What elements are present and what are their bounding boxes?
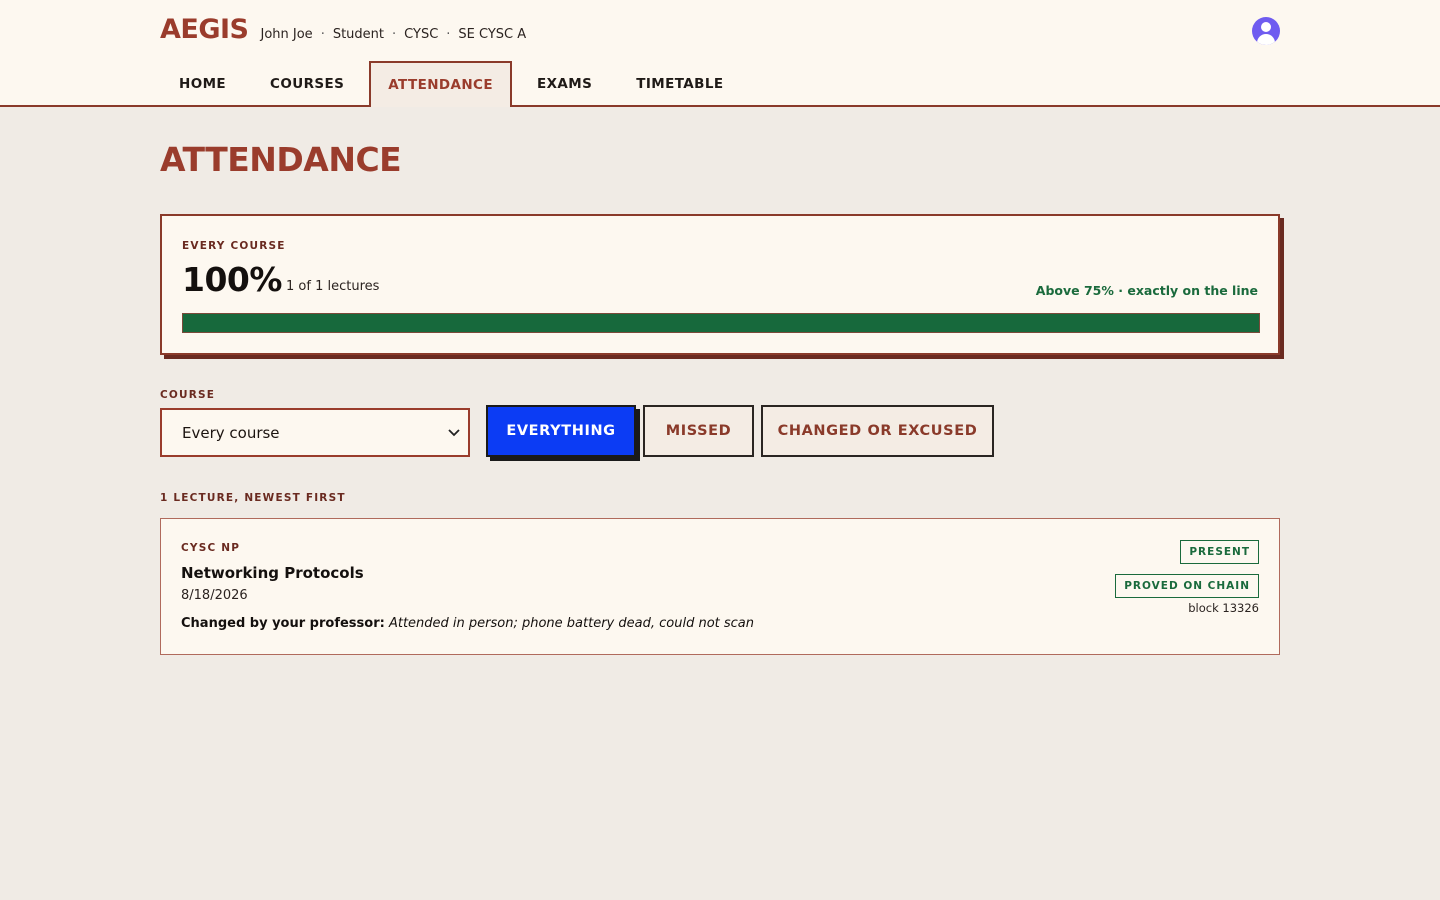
attendance-progress-bar bbox=[182, 313, 1260, 333]
nav-exams[interactable]: EXAMS bbox=[518, 61, 611, 105]
nav-attendance[interactable]: ATTENDANCE bbox=[369, 61, 512, 107]
change-note-lead: Changed by your professor: bbox=[181, 616, 385, 631]
course-select-value: Every course bbox=[182, 423, 280, 442]
summary-label: EVERY COURSE bbox=[182, 240, 286, 252]
course-select[interactable]: Every course bbox=[160, 408, 470, 457]
change-note: Changed by your professor: Attended in p… bbox=[181, 616, 754, 631]
block-number: block 13326 bbox=[1188, 601, 1259, 615]
user-avatar-icon[interactable] bbox=[1252, 17, 1280, 45]
progress-fill bbox=[183, 314, 1259, 332]
top-header: AEGIS John Joe · Student · CYSC · SE CYS… bbox=[0, 0, 1440, 107]
change-note-reason: Attended in person; phone battery dead, … bbox=[388, 616, 754, 631]
brand-logo[interactable]: AEGIS bbox=[160, 14, 249, 45]
main-nav: HOME COURSES ATTENDANCE EXAMS TIMETABLE bbox=[160, 61, 748, 107]
avatar-head bbox=[1261, 22, 1271, 32]
user-name: John Joe bbox=[260, 27, 313, 42]
attendance-status: Above 75% · exactly on the line bbox=[1035, 283, 1258, 298]
filter-changed-excused-button[interactable]: CHANGED OR EXCUSED bbox=[761, 405, 994, 457]
meta-separator: · bbox=[446, 27, 451, 42]
attendance-percent: 100% bbox=[182, 260, 282, 299]
meta-separator: · bbox=[320, 27, 325, 42]
nav-courses[interactable]: COURSES bbox=[251, 61, 363, 105]
lecture-date: 8/18/2026 bbox=[181, 588, 248, 603]
user-section: SE CYSC A bbox=[458, 27, 527, 42]
user-meta: John Joe · Student · CYSC · SE CYSC A bbox=[261, 27, 527, 42]
filter-missed-button[interactable]: MISSED bbox=[643, 405, 754, 457]
list-heading: 1 LECTURE, NEWEST FIRST bbox=[160, 492, 346, 504]
list-item[interactable]: CYSC NP Networking Protocols 8/18/2026 C… bbox=[160, 518, 1280, 655]
nav-timetable[interactable]: TIMETABLE bbox=[617, 61, 742, 105]
attendance-summary-card: EVERY COURSE 100% 1 of 1 lectures Above … bbox=[160, 214, 1280, 355]
status-badge: PRESENT bbox=[1180, 540, 1259, 564]
course-filter-label: COURSE bbox=[160, 389, 216, 401]
course-name: Networking Protocols bbox=[181, 564, 364, 582]
chevron-down-icon bbox=[448, 426, 460, 440]
page-title: ATTENDANCE bbox=[160, 140, 402, 179]
course-code: CYSC NP bbox=[181, 542, 241, 554]
chain-proof-badge[interactable]: PROVED ON CHAIN bbox=[1115, 574, 1259, 598]
avatar-body bbox=[1257, 34, 1275, 45]
user-role: Student bbox=[332, 27, 385, 42]
nav-home[interactable]: HOME bbox=[160, 61, 245, 105]
brand-row: AEGIS John Joe · Student · CYSC · SE CYS… bbox=[160, 14, 526, 48]
meta-separator: · bbox=[392, 27, 397, 42]
lectures-count: 1 of 1 lectures bbox=[286, 279, 380, 294]
filter-everything-button[interactable]: EVERYTHING bbox=[486, 405, 636, 457]
user-department: CYSC bbox=[404, 27, 439, 42]
